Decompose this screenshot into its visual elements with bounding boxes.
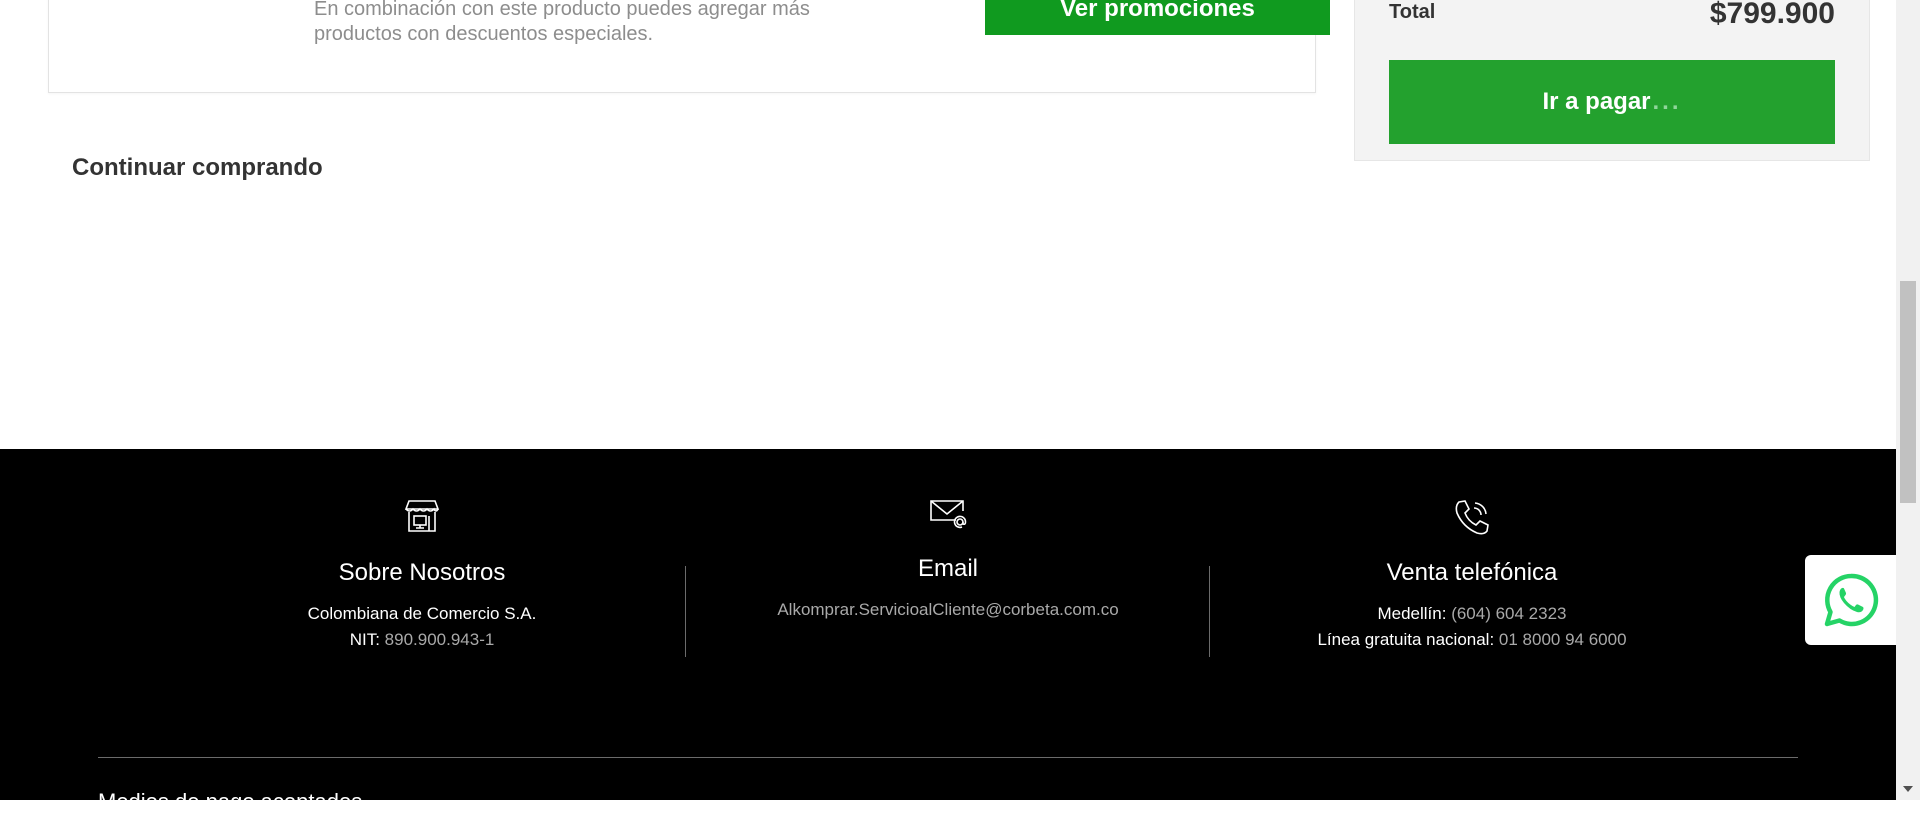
medellin-phone[interactable]: (604) 604 2323	[1451, 604, 1566, 623]
footer-divider	[685, 566, 686, 657]
store-icon	[404, 500, 440, 532]
nit-line: NIT: 890.900.943-1	[272, 627, 572, 653]
email-title: Email	[917, 555, 978, 582]
total-value: $799.900	[1709, 0, 1835, 30]
nit-value: 890.900.943-1	[384, 630, 495, 649]
payment-methods-title: Medios de pago aceptados	[98, 789, 363, 814]
national-phone[interactable]: 01 8000 94 6000	[1499, 630, 1627, 649]
about-us-title: Sobre Nosotros	[338, 559, 506, 586]
medellin-label: Medellín:	[1377, 604, 1447, 623]
footer-divider	[1209, 566, 1210, 657]
order-summary: Total $799.900 Ir a pagar...	[1354, 0, 1870, 161]
whatsapp-icon	[1824, 573, 1878, 627]
loading-dots: ...	[1652, 88, 1682, 115]
phone-sales-section: Venta telefónica Medellín: (604) 604 232…	[1272, 497, 1672, 653]
nit-label: NIT:	[349, 630, 380, 649]
continue-shopping-link[interactable]: Continuar comprando	[72, 154, 323, 182]
checkout-label: Ir a pagar	[1542, 88, 1651, 115]
scroll-down-arrow[interactable]	[1903, 786, 1913, 792]
national-line: Línea gratuita nacional: 01 8000 94 6000	[1272, 627, 1672, 653]
promotions-description: En combinación con este producto puedes …	[314, 0, 810, 45]
whatsapp-button[interactable]	[1805, 555, 1896, 645]
medellin-line: Medellín: (604) 604 2323	[1272, 601, 1672, 627]
email-section: Email Alkomprar.ServicioalCliente@corbet…	[698, 497, 1198, 623]
page-scrollbar[interactable]	[1896, 0, 1920, 800]
phone-sales-title: Venta telefónica	[1386, 559, 1558, 586]
national-label: Línea gratuita nacional:	[1317, 630, 1495, 649]
email-address-link[interactable]: Alkomprar.ServicioalCliente@corbeta.com.…	[698, 597, 1198, 623]
total-label: Total	[1389, 1, 1436, 23]
company-name: Colombiana de Comercio S.A.	[307, 604, 537, 623]
site-footer: Sobre Nosotros Colombiana de Comercio S.…	[0, 449, 1896, 814]
about-us-section: Sobre Nosotros Colombiana de Comercio S.…	[272, 497, 572, 653]
promotions-card: En combinación con este producto puedes …	[48, 0, 1330, 93]
view-promotions-button[interactable]: Ver promociones	[985, 0, 1330, 35]
footer-separator	[98, 757, 1798, 758]
scrollbar-thumb[interactable]	[1900, 281, 1916, 503]
email-icon	[930, 500, 967, 529]
checkout-button[interactable]: Ir a pagar...	[1389, 60, 1835, 144]
phone-icon	[1455, 500, 1489, 535]
